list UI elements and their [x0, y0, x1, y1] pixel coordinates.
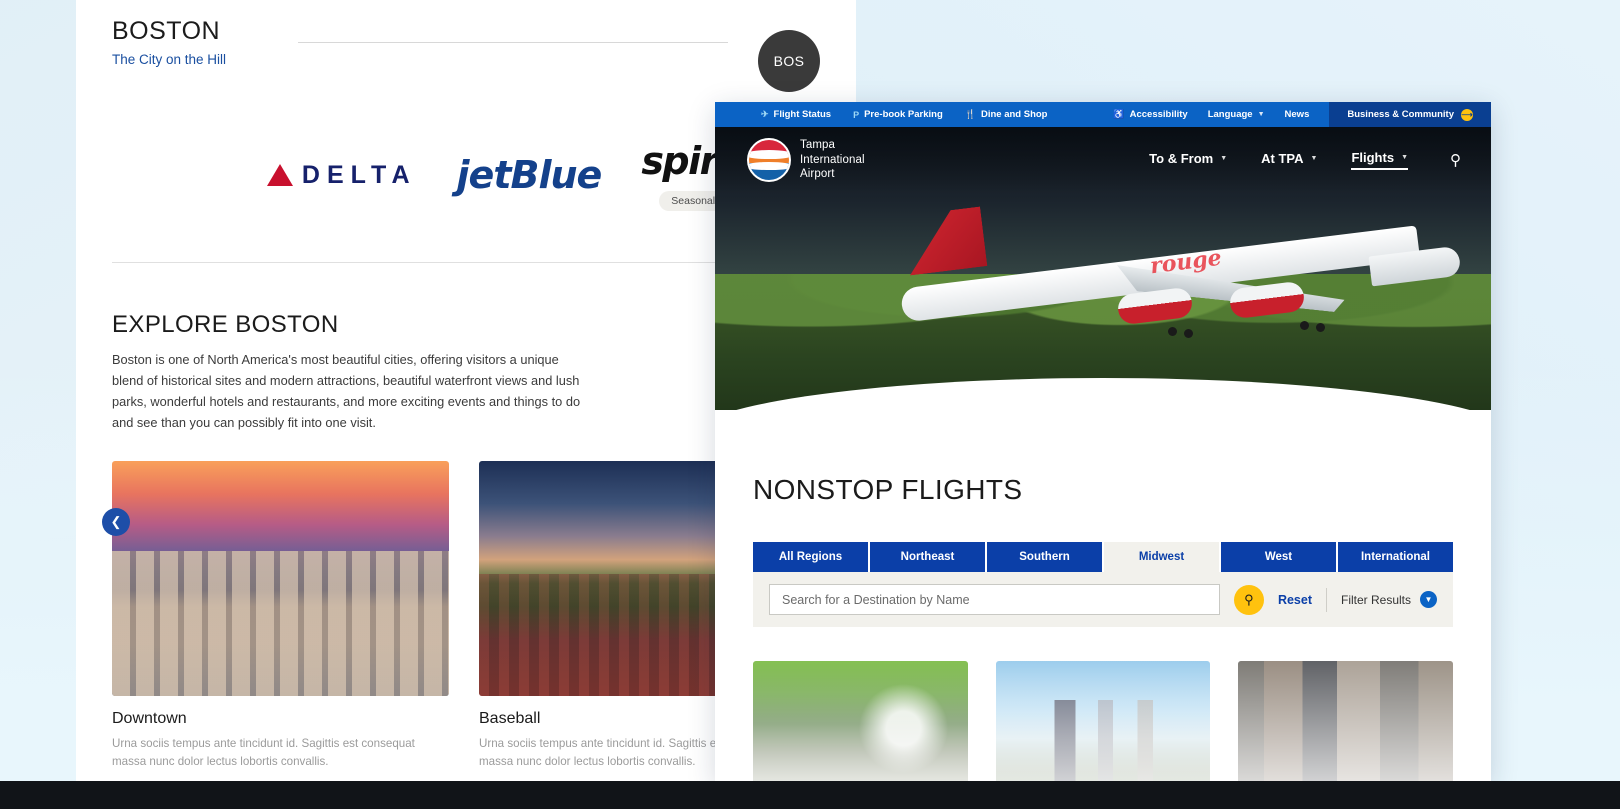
utility-dine-and-shop[interactable]: 🍴 Dine and Shop — [965, 109, 1048, 120]
utility-label: News — [1284, 109, 1310, 120]
utility-label: Flight Status — [773, 109, 832, 120]
filter-results-label: Filter Results — [1340, 592, 1411, 607]
main-nav: To & From ▼ At TPA ▼ Flights ▼ ⚲ — [1149, 150, 1461, 170]
filter-bar: ⚲ Reset Filter Results ▼ — [753, 572, 1453, 627]
chevron-down-icon: ▼ — [1220, 155, 1228, 162]
card-title: Downtown — [112, 710, 187, 728]
page-title: BOSTON — [112, 17, 221, 45]
chevron-down-icon: ▼ — [1401, 154, 1408, 161]
air-canada-rouge-airbus-taking-off: rouge — [899, 205, 1480, 345]
boston-title-block: BOSTON The City on the Hill — [112, 17, 290, 67]
utility-accessibility[interactable]: ♿ Accessibility — [1113, 109, 1187, 120]
downtown-buildings-photo — [1238, 661, 1454, 782]
utility-nav: ✈ Flight Status P Pre-book Parking 🍴 Din… — [715, 102, 1491, 127]
plane-landing-gear — [1316, 323, 1325, 332]
tpa-main-content: NONSTOP FLIGHTS All Regions Northeast So… — [715, 474, 1491, 782]
nav-item-to-and-from[interactable]: To & From ▼ — [1149, 151, 1227, 169]
destination-card[interactable] — [1238, 661, 1454, 782]
destination-search-input[interactable] — [769, 584, 1220, 615]
business-community-label: Business & Community — [1347, 109, 1454, 120]
fork-knife-icon: 🍴 — [964, 109, 976, 119]
chicago-skyline-photo — [995, 661, 1211, 782]
utility-prebook-parking[interactable]: P Pre-book Parking — [853, 109, 943, 120]
destination-cards — [753, 661, 1454, 782]
nav-label: At TPA — [1261, 151, 1304, 166]
nav-label: To & From — [1149, 151, 1214, 166]
downtown-skyline-photo — [112, 461, 449, 697]
plane-landing-gear — [1300, 321, 1309, 330]
logo-line-3: Airport — [800, 168, 835, 181]
filter-results-toggle[interactable]: Filter Results ▼ — [1341, 591, 1437, 608]
airplane-icon: ✈ — [761, 109, 769, 119]
search-icon[interactable]: ⚲ — [1450, 151, 1461, 169]
boston-cards-row: Downtown Urna sociis tempus ante tincidu… — [112, 461, 820, 781]
utility-news[interactable]: News — [1285, 109, 1310, 120]
airport-code-badge: BOS — [758, 30, 820, 92]
explore-heading: EXPLORE BOSTON — [112, 311, 339, 338]
chevron-down-icon: ▼ — [1310, 155, 1318, 162]
nav-label: Flights — [1351, 150, 1395, 165]
airlines-list: DELTA jetBlue spirit Seasonal — [112, 132, 820, 218]
airline-delta[interactable]: DELTA — [266, 160, 417, 190]
tab-midwest[interactable]: Midwest — [1104, 542, 1219, 572]
logo-line-2: International — [800, 153, 865, 166]
tab-southern[interactable]: Southern — [987, 542, 1102, 572]
page-title: NONSTOP FLIGHTS — [753, 474, 1023, 505]
region-tabs: All Regions Northeast Southern Midwest W… — [753, 542, 1453, 572]
card-description: Urna sociis tempus ante tincidunt id. Sa… — [112, 737, 415, 769]
nav-item-flights[interactable]: Flights ▼ — [1351, 150, 1408, 170]
utility-label: Language — [1207, 109, 1253, 120]
section-divider — [112, 262, 820, 263]
search-submit-button[interactable]: ⚲ — [1233, 584, 1264, 615]
utility-label: Dine and Shop — [980, 109, 1048, 120]
tpa-logo[interactable]: Tampa International Airport — [747, 138, 865, 182]
arrow-right-circle-icon: ⟶ — [1461, 108, 1473, 121]
business-community-button[interactable]: Business & Community ⟶ — [1329, 102, 1491, 127]
boston-header: BOSTON The City on the Hill BOS — [112, 0, 820, 92]
bottom-bar — [0, 781, 1620, 809]
plane-tail — [903, 206, 988, 275]
utility-flight-status[interactable]: ✈ Flight Status — [761, 109, 831, 120]
carousel-prev-button[interactable]: ❮ — [102, 508, 130, 536]
boston-card[interactable]: Downtown Urna sociis tempus ante tincidu… — [112, 461, 449, 781]
page-subtitle: The City on the Hill — [112, 51, 227, 67]
filter-divider — [1325, 587, 1327, 612]
airline-jetblue[interactable]: jetBlue — [456, 153, 603, 197]
plane-landing-gear — [1184, 329, 1193, 338]
tab-northeast[interactable]: Northeast — [870, 542, 985, 572]
tab-international[interactable]: International — [1338, 542, 1453, 572]
plane-landing-gear — [1168, 327, 1177, 336]
chevron-down-icon: ▼ — [1420, 591, 1437, 608]
nav-item-at-tpa[interactable]: At TPA ▼ — [1261, 151, 1317, 169]
minnehaha-waterfall-photo — [753, 661, 968, 782]
explore-description: Boston is one of North America's most be… — [112, 352, 581, 431]
utility-nav-left: ✈ Flight Status P Pre-book Parking 🍴 Din… — [761, 109, 1047, 120]
search-icon: ⚲ — [1244, 591, 1254, 607]
delta-logo: DELTA — [266, 160, 417, 190]
airline-name: jetBlue — [456, 153, 603, 197]
parking-icon: P — [853, 109, 860, 120]
main-header: Tampa International Airport To & From ▼ … — [715, 127, 1491, 193]
destination-card[interactable] — [995, 661, 1211, 782]
header-divider — [298, 42, 728, 43]
wheelchair-icon: ♿ — [1113, 109, 1125, 119]
tpa-circle-wave-logo — [747, 138, 791, 182]
utility-label: Accessibility — [1129, 109, 1188, 120]
utility-language[interactable]: Language ▼ — [1208, 109, 1265, 120]
chevron-down-icon: ▼ — [1257, 111, 1265, 118]
logo-line-1: Tampa — [800, 139, 836, 152]
delta-triangle-icon — [266, 164, 293, 186]
tab-west[interactable]: West — [1221, 542, 1336, 572]
hero-banner: rouge Tampa International Airport To & F… — [715, 127, 1491, 410]
airline-name: DELTA — [301, 160, 417, 189]
utility-label: Pre-book Parking — [864, 109, 943, 120]
tab-all-regions[interactable]: All Regions — [753, 542, 868, 572]
reset-button[interactable]: Reset — [1278, 593, 1312, 607]
jetblue-logo: jetBlue — [456, 153, 603, 197]
utility-nav-right: ♿ Accessibility Language ▼ News Business… — [1113, 102, 1491, 127]
tpa-logo-text: Tampa International Airport — [800, 138, 865, 181]
destination-card[interactable] — [753, 661, 968, 782]
tpa-website-window: ✈ Flight Status P Pre-book Parking 🍴 Din… — [715, 102, 1491, 782]
